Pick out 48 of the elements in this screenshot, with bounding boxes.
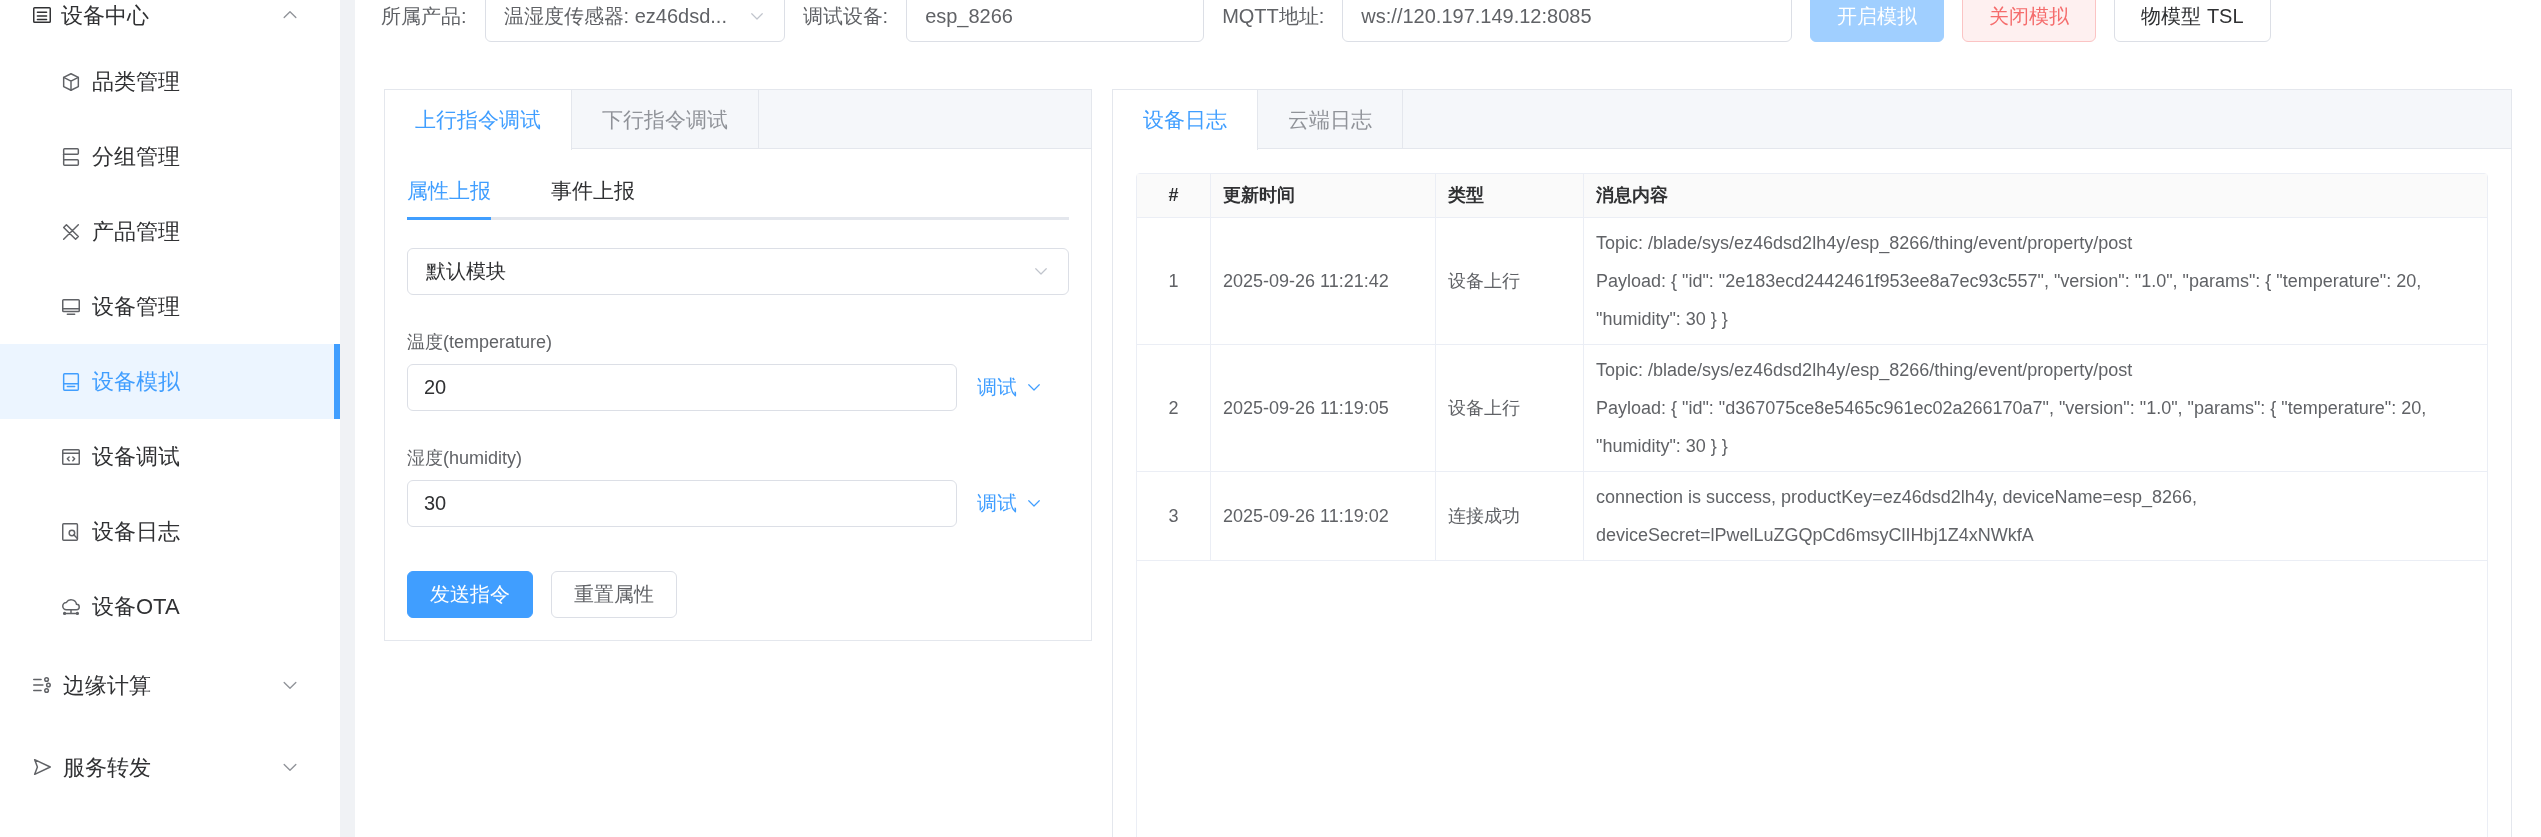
table-cell: 设备上行 <box>1436 218 1584 344</box>
sidebar-item[interactable]: 品类管理 <box>0 44 340 119</box>
sidebar-item[interactable]: 设备OTA <box>0 569 340 644</box>
table-cell: 2025-09-26 11:19:05 <box>1211 345 1436 471</box>
subtab[interactable]: 事件上报 <box>551 175 635 220</box>
list-icon <box>31 4 53 26</box>
table-cell: 设备上行 <box>1436 345 1584 471</box>
sidebar-item[interactable]: 产品管理 <box>0 194 340 269</box>
menu-group-label: 设备中心 <box>61 1 150 30</box>
send-icon <box>31 756 53 778</box>
field-label: 调试设备: <box>802 4 889 29</box>
message-text: connection is success, productKey=ez46dsd2lh4y, deviceName=esp_8266, deviceSecret=lPwelLuZGQpCd6msyClIHbj1Z4xNWkfA <box>1596 486 2199 547</box>
menu-group[interactable]: 边缘计算 <box>0 644 340 726</box>
table-cell: 连接成功 <box>1436 472 1584 560</box>
column-header: 更新时间 <box>1211 174 1436 217</box>
input-field[interactable]: ws://120.197.149.12:8085 <box>1342 0 1793 42</box>
table-cell: 2025-09-26 11:19:02 <box>1211 472 1436 560</box>
table-cell: 2 <box>1137 345 1211 471</box>
column-header: 消息内容 <box>1595 184 1669 207</box>
message-text: Payload: { "id": "2e183ecd2442461f953ee8a7ec93c557", "version": "1.0", "params": { "temperature": 20, "humidity": 30 } } <box>1596 270 2423 331</box>
toolbar-button[interactable]: 物模型 TSL <box>2114 0 2271 42</box>
message-text: Topic: /blade/sys/ez46dsd2lh4y/esp_8266/thing/event/property/post <box>1596 232 2134 256</box>
input-field[interactable]: 20 <box>407 363 957 411</box>
sidebar-item[interactable]: 设备管理 <box>0 269 340 344</box>
table-cell: 1 <box>1137 218 1211 344</box>
sidebar-item[interactable]: 设备日志 <box>0 494 340 569</box>
column-header: # <box>1137 174 1211 217</box>
field-label: MQTT地址: <box>1222 4 1325 29</box>
field-label: 湿度(humidity) <box>407 446 523 470</box>
device-icon <box>60 370 82 393</box>
select-field[interactable]: 温湿度传感器: ez46dsd... <box>484 0 785 42</box>
input-field[interactable]: esp_8266 <box>906 0 1205 42</box>
field-label: 所属产品: <box>381 4 467 29</box>
sidebar-item[interactable]: 分组管理 <box>0 119 340 194</box>
menu-group[interactable]: 服务转发 <box>0 726 340 808</box>
sidebar-item[interactable]: 设备调试 <box>0 419 340 494</box>
column-header: 类型 <box>1436 174 1584 217</box>
message-text: Topic: /blade/sys/ez46dsd2lh4y/esp_8266/thing/event/property/post <box>1596 359 2134 383</box>
action-button[interactable]: 重置属性 <box>551 570 677 618</box>
nodes-icon <box>31 674 53 696</box>
group-icon <box>60 145 82 168</box>
module-select[interactable]: 默认模块 <box>407 247 1069 295</box>
field-label: 温度(temperature) <box>407 330 554 354</box>
table-cell: 3 <box>1137 472 1211 560</box>
message-text: Payload: { "id": "d367075ce8e5465c961ec02a266170a7", "version": "1.0", "params": { "temperature": 20, "humidity": 30 } } <box>1596 397 2428 458</box>
table-cell: 2025-09-26 11:21:42 <box>1211 218 1436 344</box>
box-icon <box>60 70 82 93</box>
input-field[interactable]: 30 <box>407 479 957 527</box>
